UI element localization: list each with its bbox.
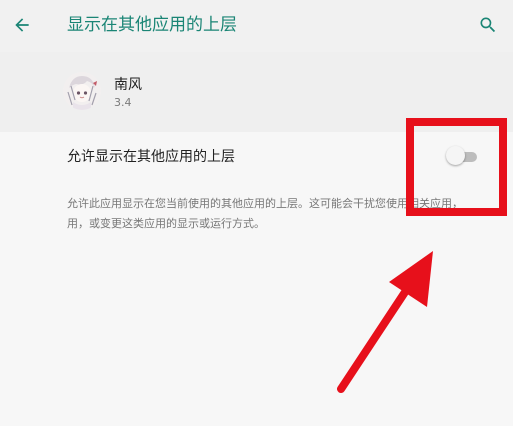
search-button[interactable]: [474, 11, 502, 39]
overlay-permission-description: 允许此应用显示在您当前使用的其他应用的上层。这可能会干扰您使用相关应用， 用，或…: [67, 194, 499, 234]
overlay-permission-switch[interactable]: [446, 146, 465, 165]
back-button[interactable]: [8, 11, 36, 39]
app-name: 南风: [114, 77, 142, 93]
app-version: 3.4: [114, 96, 132, 109]
overlay-permission-label: 允许显示在其他应用的上层: [67, 149, 235, 165]
description-line: 允许此应用显示在您当前使用的其他应用的上层。这可能会干扰您使用相关应用，: [67, 197, 463, 210]
app-bar: 显示在其他应用的上层: [0, 0, 513, 52]
search-icon: [480, 17, 496, 33]
page-title: 显示在其他应用的上层: [67, 15, 237, 35]
arrow-back-icon: [15, 18, 29, 32]
description-line: 用，或变更这类应用的显示或运行方式。: [67, 217, 265, 230]
app-avatar-icon: [63, 72, 101, 110]
